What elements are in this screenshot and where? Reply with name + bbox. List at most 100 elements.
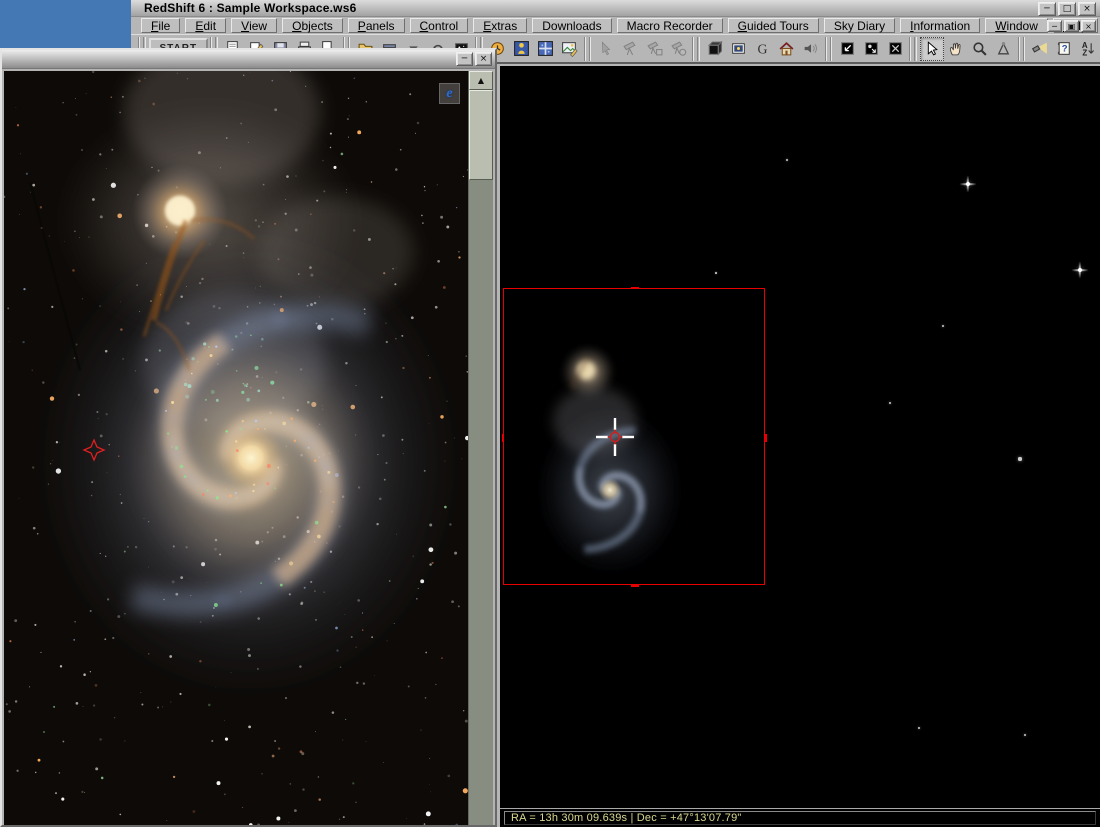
status-bar: RA = 13h 30m 09.639s | Dec = +47°13'07.7… bbox=[500, 808, 1100, 827]
telescope-control-a-icon bbox=[646, 40, 663, 57]
menu-sky-diary[interactable]: Sky Diary bbox=[824, 18, 895, 33]
toolbar-select-pointer-button[interactable] bbox=[920, 37, 944, 61]
galaxy-photo-rendering bbox=[4, 71, 468, 825]
fov-tick bbox=[765, 434, 767, 442]
screen-night-icon bbox=[863, 40, 880, 57]
telescope-control-b-icon bbox=[670, 40, 687, 57]
telescope-pointer-icon bbox=[598, 40, 615, 57]
toolbar-telescope-pointer-button bbox=[594, 37, 618, 61]
photo-window-titlebar[interactable]: ─× bbox=[2, 50, 495, 69]
toolbar-telescope-control-a-button bbox=[642, 37, 666, 61]
toolbar-separator bbox=[825, 37, 827, 61]
web-link-button[interactable]: e bbox=[439, 83, 460, 104]
zoom-magnifier-icon bbox=[971, 40, 988, 57]
star bbox=[715, 272, 717, 274]
toolbar-zoom-magnifier-button[interactable] bbox=[968, 37, 992, 61]
scroll-up-button[interactable]: ▲ bbox=[469, 71, 493, 90]
menu-macro-recorder[interactable]: Macro Recorder bbox=[617, 18, 723, 33]
star bbox=[786, 159, 788, 161]
fov-tick bbox=[502, 434, 504, 442]
menu-file[interactable]: File bbox=[141, 18, 180, 33]
toolbar-separator bbox=[692, 37, 694, 61]
desktop-background bbox=[0, 0, 131, 52]
photo-close-button[interactable]: × bbox=[475, 52, 492, 66]
telescope-icon bbox=[622, 40, 639, 57]
toolbar-screen-capture-button[interactable] bbox=[883, 37, 907, 61]
toolbar-separator bbox=[584, 37, 586, 61]
mdi-close-button[interactable]: × bbox=[1081, 20, 1096, 32]
fov-rectangle[interactable] bbox=[503, 288, 765, 585]
menu-extras[interactable]: Extras bbox=[473, 18, 527, 33]
toolbar-photo-gallery-button[interactable] bbox=[727, 37, 751, 61]
picture-editor-icon bbox=[561, 40, 578, 57]
toolbar-deep-sky-cube-button[interactable] bbox=[703, 37, 727, 61]
window-controls: ─□× bbox=[1038, 2, 1096, 16]
menu-edit[interactable]: Edit bbox=[185, 18, 226, 33]
coordinate-readout: RA = 13h 30m 09.639s | Dec = +47°13'07.7… bbox=[504, 811, 1096, 825]
sky-view-panel[interactable]: RA = 13h 30m 09.639s | Dec = +47°13'07.7… bbox=[500, 66, 1100, 827]
fov-tick bbox=[631, 585, 639, 587]
window-minimize-button[interactable]: ─ bbox=[1038, 2, 1056, 16]
sound-muted-icon bbox=[802, 40, 819, 57]
toolbar-google-g-button[interactable]: G bbox=[751, 37, 775, 61]
toolbar-observer-button[interactable] bbox=[510, 37, 534, 61]
mdi-window-controls: ─▣× bbox=[1047, 20, 1096, 32]
window-close-button[interactable]: × bbox=[1078, 2, 1096, 16]
toolbar-telescope-control-b-button bbox=[666, 37, 690, 61]
status-text: RA = 13h 30m 09.639s | Dec = +47°13'07.7… bbox=[511, 812, 742, 824]
sort-az-icon: AZ bbox=[1080, 40, 1097, 57]
galaxy-photo-m51: e bbox=[4, 71, 468, 825]
toolbar-separator bbox=[1023, 37, 1025, 61]
toolbar-telescope-button bbox=[618, 37, 642, 61]
photo-minimize-button[interactable]: ─ bbox=[456, 52, 473, 66]
svg-text:G: G bbox=[758, 41, 768, 56]
title-bar[interactable]: RedShift 6 : Sample Workspace.ws6 bbox=[131, 0, 1100, 17]
toolbar-sound-muted-button[interactable] bbox=[799, 37, 823, 61]
photo-scrollbar[interactable]: ▲ bbox=[468, 71, 493, 825]
pan-hand-icon bbox=[947, 40, 964, 57]
fov-tick bbox=[631, 287, 639, 289]
flashlight-icon bbox=[1032, 40, 1049, 57]
toolbar-flashlight-button[interactable] bbox=[1028, 37, 1052, 61]
toolbar-separator bbox=[914, 37, 916, 61]
toolbar-separator bbox=[589, 37, 591, 61]
toolbar-home-location-button[interactable] bbox=[775, 37, 799, 61]
toolbar-pan-hand-button[interactable] bbox=[944, 37, 968, 61]
menu-view[interactable]: View bbox=[231, 18, 277, 33]
toolbar-sort-az-button[interactable]: AZ bbox=[1076, 37, 1100, 61]
toolbar-screen-night-button[interactable] bbox=[859, 37, 883, 61]
toolbar-screen-fullscreen-button[interactable] bbox=[835, 37, 859, 61]
home-location-icon bbox=[778, 40, 795, 57]
scrollbar-thumb[interactable] bbox=[469, 90, 493, 180]
svg-text:?: ? bbox=[1061, 44, 1067, 55]
menu-window[interactable]: Window bbox=[985, 18, 1048, 33]
svg-text:Z: Z bbox=[1082, 48, 1087, 57]
mdi-minimize-button[interactable]: ─ bbox=[1047, 20, 1062, 32]
screen-capture-icon bbox=[887, 40, 904, 57]
select-pointer-icon bbox=[923, 40, 940, 57]
menu-panels[interactable]: Panels bbox=[348, 18, 405, 33]
field-cone-icon bbox=[995, 40, 1012, 57]
menu-information[interactable]: Information bbox=[900, 18, 980, 33]
window-grid-icon bbox=[537, 40, 554, 57]
observer-icon bbox=[513, 40, 530, 57]
menu-control[interactable]: Control bbox=[410, 18, 469, 33]
toolbar-help-book-button[interactable]: ? bbox=[1052, 37, 1076, 61]
toolbar-picture-editor-button[interactable] bbox=[558, 37, 582, 61]
window-title: RedShift 6 : Sample Workspace.ws6 bbox=[144, 1, 356, 15]
window-maximize-button[interactable]: □ bbox=[1058, 2, 1076, 16]
toolbar-window-grid-button[interactable] bbox=[534, 37, 558, 61]
photo-window: ─× bbox=[0, 48, 497, 827]
mdi-restore-button[interactable]: ▣ bbox=[1064, 20, 1079, 32]
toolbar-field-cone-button[interactable] bbox=[992, 37, 1016, 61]
menu-guided-tours[interactable]: Guided Tours bbox=[728, 18, 819, 33]
help-book-icon: ? bbox=[1056, 40, 1073, 57]
menu-downloads[interactable]: Downloads bbox=[532, 18, 611, 33]
deep-sky-cube-icon bbox=[706, 40, 723, 57]
screen-fullscreen-icon bbox=[839, 40, 856, 57]
toolbar-separator bbox=[1018, 37, 1020, 61]
photo-window-content: e ▲ bbox=[4, 71, 493, 825]
photo-gallery-icon bbox=[730, 40, 747, 57]
menu-objects[interactable]: Objects bbox=[282, 18, 343, 33]
toolbar-separator bbox=[697, 37, 699, 61]
